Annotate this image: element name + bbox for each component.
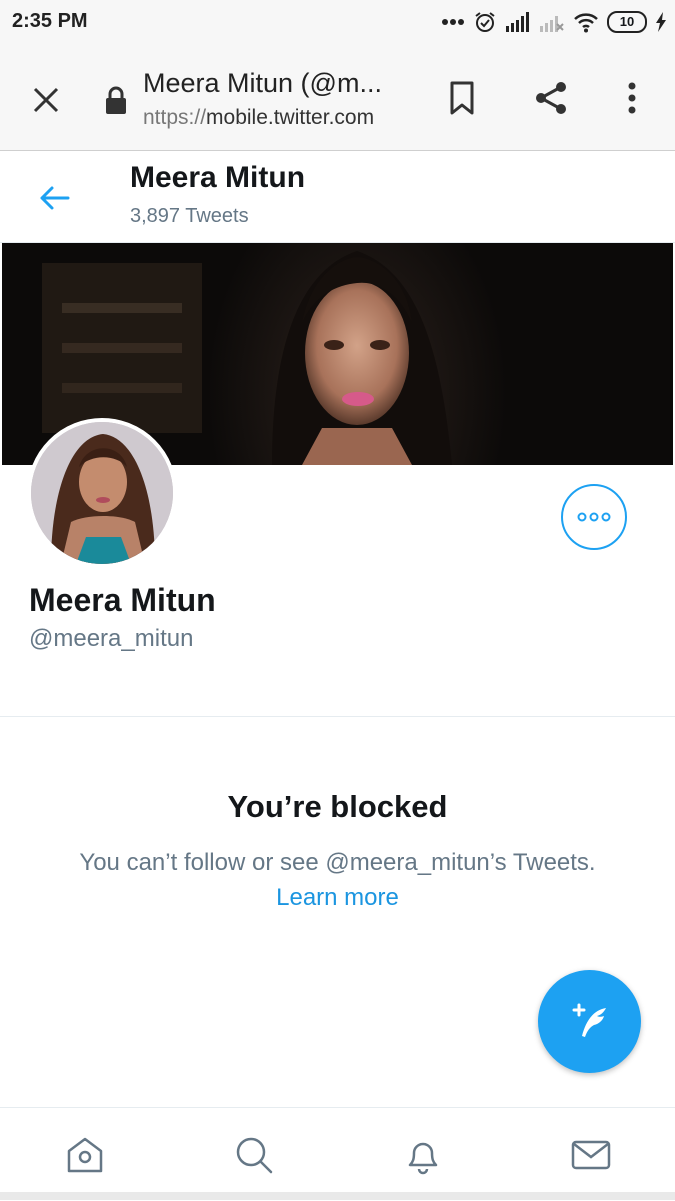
status-bar: 2:35 PM 10 — [0, 0, 675, 44]
nav-search[interactable] — [229, 1130, 279, 1180]
share-button[interactable] — [528, 76, 574, 120]
bottom-navigation — [0, 1107, 675, 1201]
battery-icon: 10 — [607, 11, 647, 33]
divider — [0, 716, 675, 717]
share-icon — [536, 82, 566, 114]
messages-icon — [571, 1140, 611, 1170]
page-title[interactable]: Meera Mitun (@m... — [143, 68, 413, 99]
system-nav-edge — [0, 1192, 675, 1200]
close-button[interactable] — [24, 78, 68, 122]
status-time: 2:35 PM — [12, 10, 88, 32]
alarm-icon — [473, 10, 497, 34]
more-dots-icon — [577, 512, 611, 522]
overflow-menu-button[interactable] — [610, 76, 654, 120]
profile-name: Meera Mitun — [29, 582, 216, 618]
url-protocol: nttps:// — [143, 106, 207, 129]
header-name: Meera Mitun — [130, 161, 306, 194]
search-icon — [236, 1137, 273, 1174]
home-icon — [67, 1137, 103, 1173]
tweet-count: 3,897 Tweets — [130, 205, 249, 227]
battery-level: 10 — [619, 14, 635, 29]
overflow-menu-icon — [628, 82, 636, 114]
blocked-description: You can’t follow or see @meera_mitun’s T… — [79, 849, 596, 876]
back-button[interactable] — [34, 178, 74, 218]
notifications-icon — [408, 1142, 438, 1175]
blocked-title: You’re blocked — [227, 789, 448, 824]
wifi-icon — [573, 11, 599, 33]
dots-icon — [441, 18, 465, 26]
signal-icon — [505, 12, 531, 32]
profile-header: Meera Mitun 3,897 Tweets — [0, 151, 675, 243]
lock-icon — [102, 82, 130, 118]
nav-home[interactable] — [60, 1130, 110, 1180]
status-icons: 10 — [441, 8, 667, 36]
nav-notifications[interactable] — [398, 1130, 448, 1180]
compose-tweet-button[interactable] — [538, 970, 641, 1073]
learn-more-text[interactable]: Learn more — [276, 884, 399, 911]
bookmark-button[interactable] — [440, 76, 484, 120]
nav-messages[interactable] — [566, 1130, 616, 1180]
avatar[interactable] — [27, 418, 177, 568]
url-text[interactable]: nttps://mobile.twitter.com — [143, 106, 413, 130]
url-host: mobile.twitter.com — [206, 106, 375, 129]
signal-off-icon — [539, 12, 565, 32]
avatar-image — [31, 422, 173, 564]
bookmark-icon — [450, 81, 474, 115]
profile-handle: @meera_mitun — [29, 625, 194, 652]
learn-more-link[interactable]: Learn more — [0, 884, 675, 912]
browser-toolbar: Meera Mitun (@m... nttps://mobile.twitte… — [0, 44, 675, 151]
compose-quill-icon — [572, 1003, 606, 1037]
more-options-button[interactable] — [561, 484, 627, 550]
close-icon — [33, 87, 59, 113]
charging-icon — [655, 12, 667, 32]
back-arrow-icon — [40, 186, 70, 210]
